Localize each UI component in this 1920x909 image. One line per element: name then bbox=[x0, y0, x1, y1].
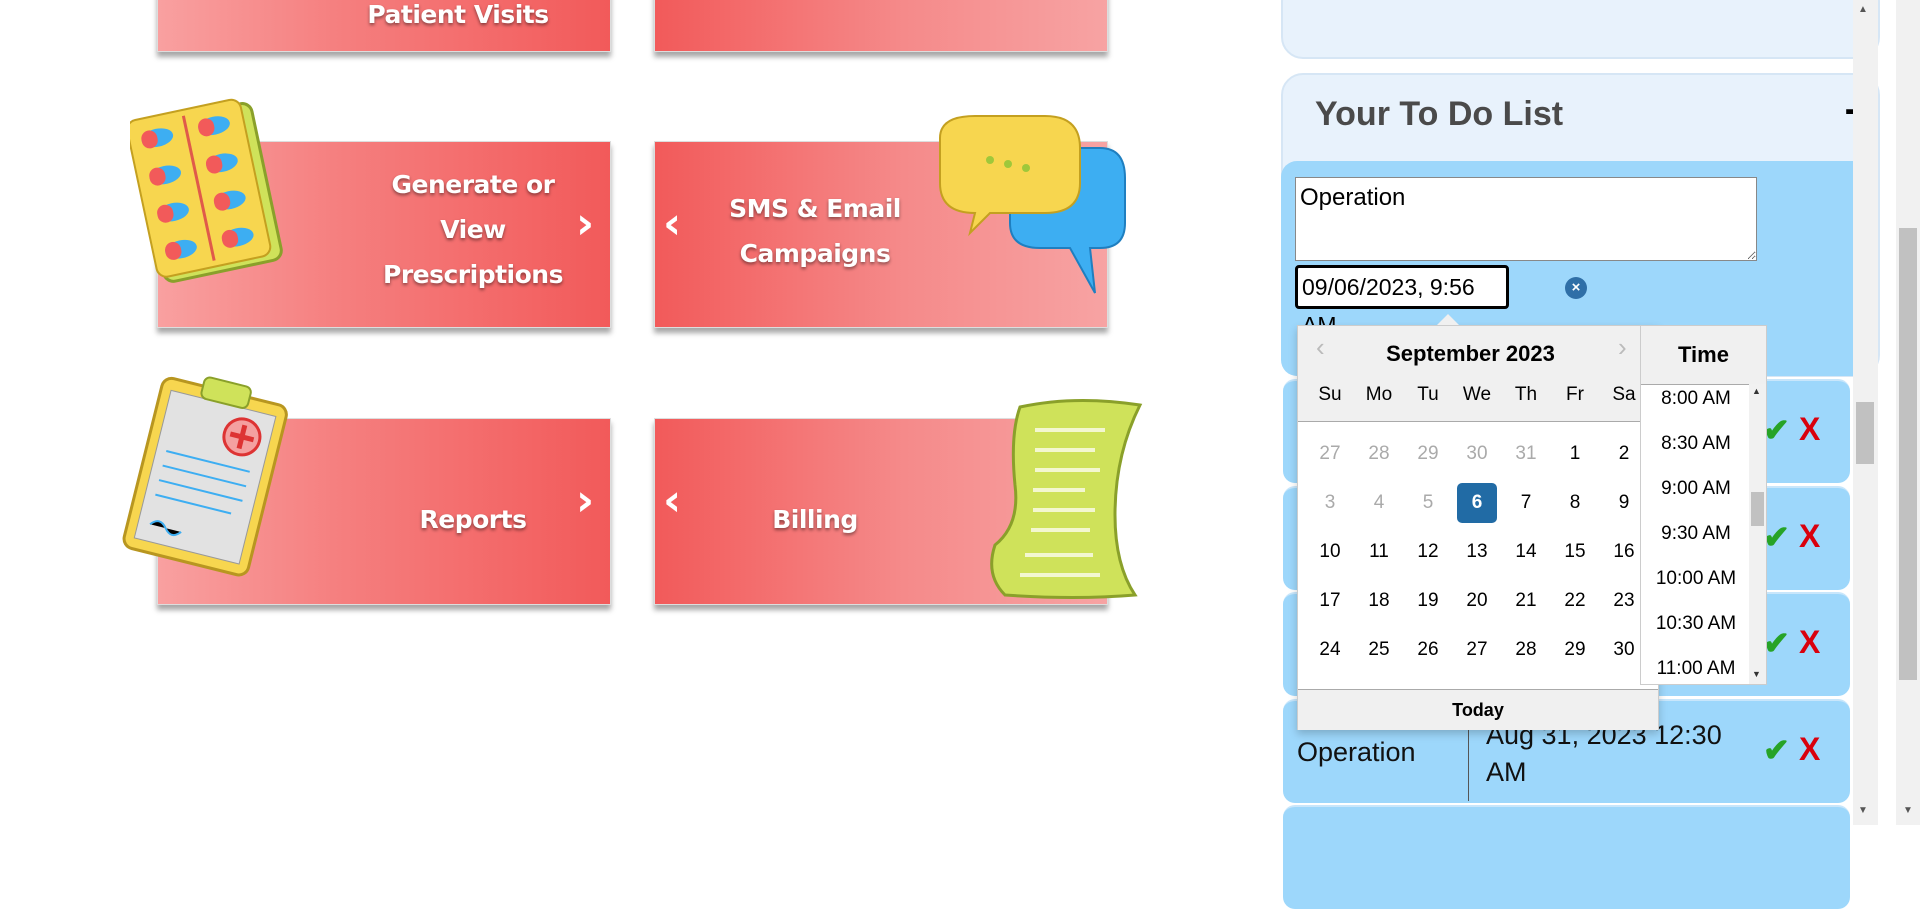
datepicker-header: ‹ › September 2023 Su Mo Tu We Th Fr Sa bbox=[1298, 326, 1643, 422]
complete-check-icon[interactable]: ✔ bbox=[1763, 731, 1790, 769]
day-cell[interactable]: 5 bbox=[1408, 483, 1448, 523]
time-scrollbar[interactable]: ▲ ▼ bbox=[1749, 384, 1766, 684]
day-cell[interactable]: 29 bbox=[1555, 630, 1595, 670]
weekday-label: Th bbox=[1514, 384, 1538, 405]
day-cell[interactable]: 27 bbox=[1310, 434, 1350, 474]
panel-scrollbar-thumb[interactable] bbox=[1856, 402, 1874, 464]
time-option[interactable]: 9:30 AM bbox=[1641, 523, 1751, 545]
delete-x-icon[interactable]: X bbox=[1799, 518, 1820, 555]
weekday-label: Su bbox=[1318, 384, 1342, 405]
day-cell[interactable]: 16 bbox=[1604, 532, 1644, 572]
day-cell[interactable]: 26 bbox=[1408, 630, 1448, 670]
day-cell[interactable]: 30 bbox=[1604, 630, 1644, 670]
scroll-down-arrow-icon[interactable]: ▼ bbox=[1752, 669, 1761, 679]
complete-check-icon[interactable]: ✔ bbox=[1763, 411, 1790, 449]
clipboard-icon bbox=[122, 376, 288, 577]
time-option[interactable]: 10:30 AM bbox=[1641, 613, 1751, 635]
receipt-icon bbox=[990, 398, 1143, 599]
day-cell[interactable]: 6 bbox=[1457, 483, 1497, 523]
day-cell[interactable]: 1 bbox=[1555, 434, 1595, 474]
scroll-up-arrow-icon[interactable]: ▲ bbox=[1858, 4, 1868, 15]
clear-date-icon[interactable]: × bbox=[1565, 277, 1587, 299]
day-cell[interactable]: 7 bbox=[1506, 483, 1546, 523]
chevron-right-icon: › bbox=[576, 198, 595, 249]
day-cell[interactable]: 28 bbox=[1359, 434, 1399, 474]
day-cell[interactable]: 10 bbox=[1310, 532, 1350, 572]
day-cell[interactable]: 25 bbox=[1359, 630, 1399, 670]
todo-name: Operation bbox=[1297, 737, 1416, 767]
todo-text-input[interactable] bbox=[1295, 177, 1757, 261]
time-option[interactable]: 11:00 AM bbox=[1641, 658, 1751, 680]
day-cell[interactable]: 21 bbox=[1506, 581, 1546, 621]
tile-label: Generate or View Prescriptions bbox=[383, 170, 563, 289]
complete-check-icon[interactable]: ✔ bbox=[1763, 518, 1790, 556]
today-button[interactable]: Today bbox=[1298, 689, 1658, 730]
day-cell[interactable]: 8 bbox=[1555, 483, 1595, 523]
scroll-up-arrow-icon[interactable]: ▲ bbox=[1752, 386, 1761, 396]
date-time-input[interactable]: 09/06/2023, 9:56 AM bbox=[1295, 265, 1509, 338]
todo-title: Your To Do List bbox=[1315, 95, 1564, 133]
time-option[interactable]: 8:00 AM bbox=[1641, 388, 1751, 410]
day-cell[interactable]: 2 bbox=[1604, 434, 1644, 474]
chevron-right-icon: › bbox=[576, 475, 595, 526]
scroll-down-arrow-icon[interactable]: ▼ bbox=[1858, 805, 1868, 816]
complete-check-icon[interactable]: ✔ bbox=[1763, 624, 1790, 662]
day-cell[interactable]: 18 bbox=[1359, 581, 1399, 621]
time-scrollbar-thumb[interactable] bbox=[1751, 492, 1764, 526]
day-cell[interactable]: 28 bbox=[1506, 630, 1546, 670]
day-cell[interactable]: 23 bbox=[1604, 581, 1644, 621]
day-cell[interactable]: 9 bbox=[1604, 483, 1644, 523]
time-option[interactable]: 8:30 AM bbox=[1641, 433, 1751, 455]
scroll-down-arrow-icon[interactable]: ▼ bbox=[1903, 805, 1913, 816]
pill-pack-icon bbox=[130, 98, 283, 283]
day-cell[interactable]: 22 bbox=[1555, 581, 1595, 621]
popup-pointer bbox=[1437, 314, 1459, 325]
chevron-left-icon: ‹ bbox=[663, 198, 682, 249]
todo-row bbox=[1283, 805, 1850, 909]
delete-x-icon[interactable]: X bbox=[1799, 411, 1820, 448]
day-cell[interactable]: 24 bbox=[1310, 630, 1350, 670]
day-cell[interactable]: 17 bbox=[1310, 581, 1350, 621]
upper-panel bbox=[1281, 0, 1880, 59]
day-cell[interactable]: 4 bbox=[1359, 483, 1399, 523]
day-cell[interactable]: 29 bbox=[1408, 434, 1448, 474]
day-cell[interactable]: 15 bbox=[1555, 532, 1595, 572]
day-cell[interactable]: 11 bbox=[1359, 532, 1399, 572]
tile-label: Billing bbox=[772, 505, 858, 534]
day-cell[interactable]: 20 bbox=[1457, 581, 1497, 621]
tile-label: SMS & Email Campaigns bbox=[729, 194, 901, 268]
time-option[interactable]: 9:00 AM bbox=[1641, 478, 1751, 500]
time-option[interactable]: 10:00 AM bbox=[1641, 568, 1751, 590]
time-header: Time bbox=[1641, 326, 1766, 385]
window-scrollbar-thumb[interactable] bbox=[1899, 228, 1917, 680]
datepicker-popup: ‹ › September 2023 Su Mo Tu We Th Fr Sa … bbox=[1297, 325, 1659, 730]
day-cell[interactable]: 14 bbox=[1506, 532, 1546, 572]
tile-label: Reports bbox=[419, 505, 527, 534]
tile-label: Patient Visits bbox=[367, 0, 549, 29]
day-cell[interactable]: 19 bbox=[1408, 581, 1448, 621]
day-cell[interactable]: 31 bbox=[1506, 434, 1546, 474]
day-cell[interactable]: 13 bbox=[1457, 532, 1497, 572]
day-cell[interactable]: 30 bbox=[1457, 434, 1497, 474]
delete-x-icon[interactable]: X bbox=[1799, 731, 1820, 768]
chat-bubbles-icon bbox=[939, 115, 1126, 294]
delete-x-icon[interactable]: X bbox=[1799, 624, 1820, 661]
chevron-left-icon: ‹ bbox=[663, 475, 682, 526]
day-cell[interactable]: 3 bbox=[1310, 483, 1350, 523]
divider bbox=[1468, 723, 1469, 801]
weekday-label: We bbox=[1462, 384, 1492, 405]
month-title: September 2023 bbox=[1386, 341, 1555, 366]
tile-top-right[interactable] bbox=[654, 0, 1108, 52]
tile-patient-visits[interactable]: Patient Visits bbox=[157, 0, 611, 52]
time-list: Time 8:00 AM 8:30 AM 9:00 AM 9:30 AM 10:… bbox=[1640, 325, 1767, 685]
weekday-label: Tu bbox=[1417, 384, 1439, 405]
day-cell[interactable]: 27 bbox=[1457, 630, 1497, 670]
weekday-label: Fr bbox=[1566, 384, 1584, 405]
day-cell[interactable]: 12 bbox=[1408, 532, 1448, 572]
window-scrollbar[interactable]: ▼ bbox=[1896, 0, 1920, 825]
weekday-label: Mo bbox=[1365, 384, 1393, 405]
